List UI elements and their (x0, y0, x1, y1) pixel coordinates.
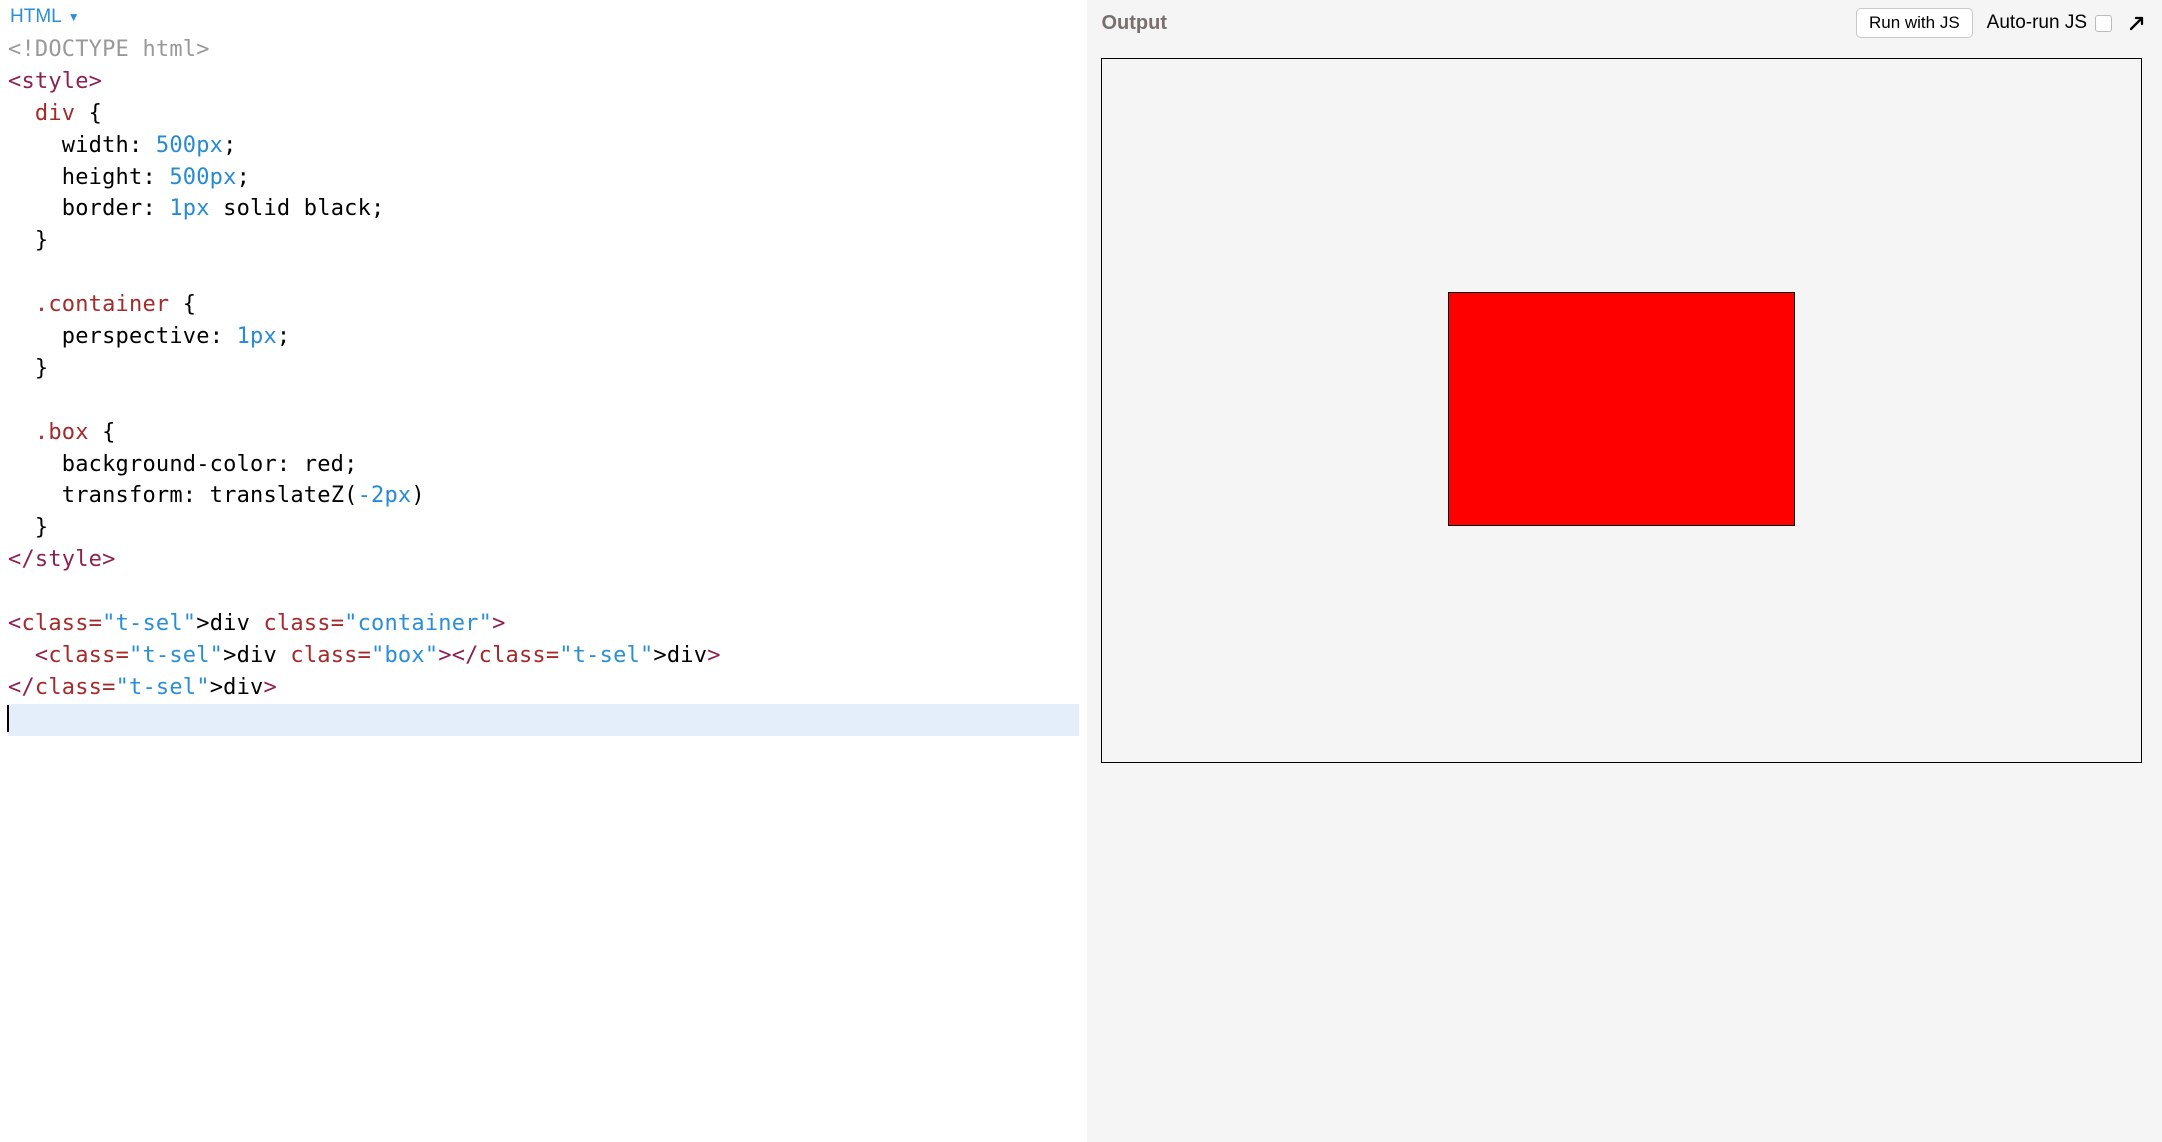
code-line: transform: translateZ(-2px) (8, 480, 1079, 512)
caret-down-icon: ▼ (68, 10, 80, 24)
code-line: height: 500px; (8, 162, 1079, 194)
code-line: <style> (8, 66, 1079, 98)
code-line: <class="t-sel">div class="box"></class="… (8, 640, 1079, 672)
code-line: } (8, 512, 1079, 544)
output-header: Output Run with JS Auto-run JS (1087, 0, 2162, 46)
code-line: </style> (8, 544, 1079, 576)
code-line: <class="t-sel">div class="container"> (8, 608, 1079, 640)
code-line (8, 704, 1079, 736)
output-box-red (1448, 292, 1795, 527)
code-line (8, 385, 1079, 417)
code-line: .box { (8, 417, 1079, 449)
code-line: .container { (8, 289, 1079, 321)
app-root: HTML ▼ <!DOCTYPE html><style> div { widt… (0, 0, 2162, 1142)
code-line: border: 1px solid black; (8, 193, 1079, 225)
output-label: Output (1101, 12, 1841, 35)
code-line: </class="t-sel">div> (8, 672, 1079, 704)
auto-run-toggle[interactable]: Auto-run JS (1987, 12, 2112, 34)
code-line (8, 257, 1079, 289)
code-line: } (8, 353, 1079, 385)
code-editor[interactable]: <!DOCTYPE html><style> div { width: 500p… (0, 32, 1087, 1142)
code-line: perspective: 1px; (8, 321, 1079, 353)
output-frame (1101, 58, 2142, 763)
code-line: background-color: red; (8, 449, 1079, 481)
editor-header: HTML ▼ (0, 0, 1087, 32)
language-label: HTML (10, 6, 62, 28)
expand-icon[interactable] (2126, 12, 2148, 34)
output-pane: Output Run with JS Auto-run JS (1087, 0, 2162, 1142)
run-with-js-button[interactable]: Run with JS (1856, 8, 1973, 38)
code-line (8, 576, 1079, 608)
code-line: div { (8, 98, 1079, 130)
auto-run-label: Auto-run JS (1987, 12, 2087, 34)
code-line: <!DOCTYPE html> (8, 34, 1079, 66)
code-line: width: 500px; (8, 130, 1079, 162)
editor-pane: HTML ▼ <!DOCTYPE html><style> div { widt… (0, 0, 1087, 1142)
code-line: } (8, 225, 1079, 257)
language-selector[interactable]: HTML ▼ (10, 6, 80, 28)
auto-run-checkbox[interactable] (2095, 15, 2112, 32)
